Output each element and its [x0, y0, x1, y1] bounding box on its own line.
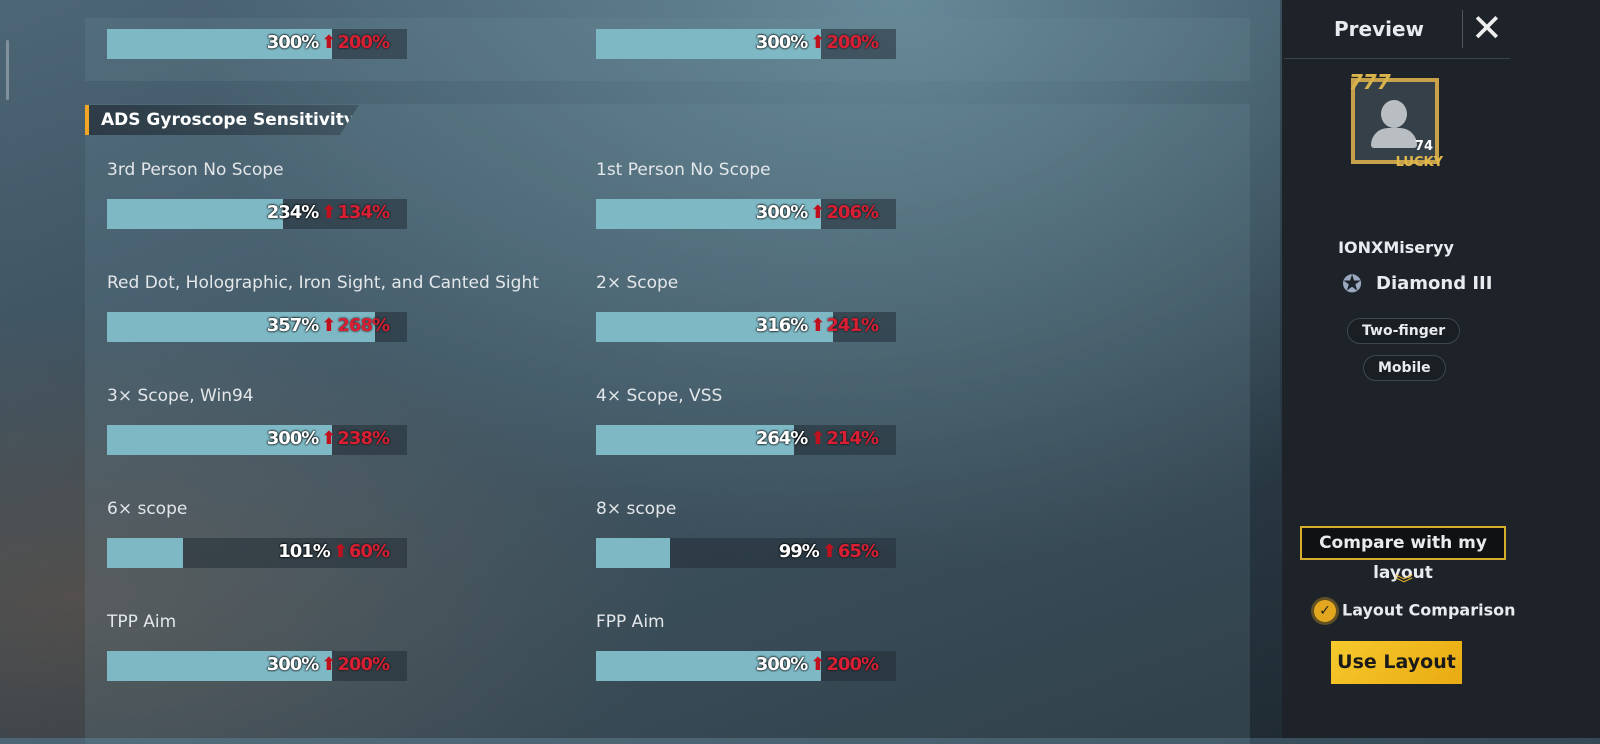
- sensitivity-slider[interactable]: 300% ⬆ 200%: [107, 29, 407, 59]
- sensitivity-slider[interactable]: 234% ⬆ 134%: [107, 199, 407, 229]
- arrow-up-icon: ⬆: [321, 32, 336, 53]
- previous-value: 200%: [337, 32, 390, 53]
- previous-value: 241%: [826, 315, 879, 336]
- value-readout: 300% ⬆ 206%: [755, 202, 879, 223]
- value-readout: 264% ⬆ 214%: [755, 428, 879, 449]
- rank-badge-icon: ✪: [1342, 270, 1363, 298]
- current-value: 300%: [755, 32, 809, 53]
- value-readout: 300% ⬆ 200%: [266, 32, 390, 53]
- chevron-down-icon: ︾: [1395, 574, 1413, 595]
- arrow-up-icon: ⬆: [810, 202, 825, 223]
- value-readout: 357% ⬆ 268%: [266, 315, 390, 336]
- current-value: 101%: [278, 541, 331, 562]
- previous-value: 60%: [348, 541, 390, 562]
- arrow-up-icon: ⬆: [321, 428, 336, 449]
- sensitivity-slider[interactable]: 264% ⬆ 214%: [596, 425, 896, 455]
- sensitivity-slider[interactable]: 99% ⬆ 65%: [596, 538, 896, 568]
- setting-label: 8× scope: [596, 499, 677, 519]
- sensitivity-slider[interactable]: 300% ⬆ 200%: [107, 651, 407, 681]
- compare-with-my-layout-button[interactable]: Compare with my layout: [1300, 526, 1506, 583]
- arrow-up-icon: ⬆: [810, 428, 825, 449]
- arrow-up-icon: ⬆: [332, 541, 348, 562]
- arrow-up-icon: ⬆: [321, 654, 336, 675]
- rank-label: Diamond III: [1376, 273, 1493, 294]
- setting-label: 6× scope: [107, 499, 188, 519]
- setting-label: TPP Aim: [107, 612, 177, 632]
- current-value: 300%: [755, 202, 809, 223]
- current-value: 300%: [266, 428, 320, 449]
- avatar[interactable]: 777 74 LUCKY: [1349, 70, 1443, 170]
- divider: [1284, 58, 1510, 59]
- layout-comparison-toggle[interactable]: ✓ Layout Comparison: [1314, 600, 1515, 622]
- previous-value: 134%: [337, 202, 390, 223]
- frame-text: LUCKY: [1395, 155, 1443, 170]
- setting-label: 4× Scope, VSS: [596, 386, 723, 406]
- user-silhouette-body: [1371, 128, 1417, 148]
- value-readout: 300% ⬆ 238%: [266, 428, 390, 449]
- value-readout: 99% ⬆ 65%: [778, 541, 879, 562]
- preview-title: Preview: [1334, 17, 1425, 41]
- slider-fill: [596, 538, 671, 568]
- sensitivity-slider[interactable]: 300% ⬆ 200%: [596, 29, 896, 59]
- previous-value: 200%: [337, 654, 390, 675]
- player-name: IONXMiseryy: [1338, 238, 1454, 257]
- player-level: 74: [1414, 139, 1433, 154]
- sensitivity-slider[interactable]: 101% ⬆ 60%: [107, 538, 407, 568]
- sensitivity-slider[interactable]: 357% ⬆ 268%: [107, 312, 407, 342]
- arrow-up-icon: ⬆: [810, 32, 825, 53]
- section-header: ADS Gyroscope Sensitivity: [85, 105, 359, 135]
- setting-label: Red Dot, Holographic, Iron Sight, and Ca…: [107, 273, 539, 293]
- rank: ✪ Diamond III: [1342, 270, 1492, 298]
- value-readout: 234% ⬆ 134%: [266, 202, 390, 223]
- sensitivity-slider[interactable]: 300% ⬆ 238%: [107, 425, 407, 455]
- previous-value: 238%: [337, 428, 390, 449]
- slider-fill: [107, 538, 183, 568]
- setting-label: FPP Aim: [596, 612, 665, 632]
- arrow-up-icon: ⬆: [810, 315, 825, 336]
- current-value: 99%: [778, 541, 820, 562]
- value-readout: 300% ⬆ 200%: [266, 654, 390, 675]
- arrow-up-icon: ⬆: [321, 202, 336, 223]
- value-readout: 101% ⬆ 60%: [278, 541, 390, 562]
- setting-label: 2× Scope: [596, 273, 679, 293]
- current-value: 264%: [755, 428, 809, 449]
- previous-value: 206%: [826, 202, 879, 223]
- current-value: 300%: [266, 32, 320, 53]
- scrollbar[interactable]: [6, 40, 9, 100]
- setting-label: 3× Scope, Win94: [107, 386, 254, 406]
- current-value: 316%: [755, 315, 809, 336]
- current-value: 234%: [266, 202, 320, 223]
- value-readout: 300% ⬆ 200%: [755, 32, 879, 53]
- sensitivity-slider[interactable]: 300% ⬆ 200%: [596, 651, 896, 681]
- setting-label: 3rd Person No Scope: [107, 160, 284, 180]
- section-title: ADS Gyroscope Sensitivity: [101, 110, 355, 130]
- arrow-up-icon: ⬆: [821, 541, 837, 562]
- sensitivity-slider[interactable]: 300% ⬆ 206%: [596, 199, 896, 229]
- check-icon[interactable]: ✓: [1314, 600, 1336, 622]
- tag-two-finger: Two-finger: [1347, 318, 1461, 344]
- previous-value: 65%: [837, 541, 879, 562]
- current-value: 300%: [755, 654, 809, 675]
- tag-mobile: Mobile: [1363, 355, 1446, 381]
- value-readout: 300% ⬆ 200%: [755, 654, 879, 675]
- current-value: 357%: [266, 315, 320, 336]
- previous-value: 200%: [826, 32, 879, 53]
- close-icon[interactable]: ✕: [1462, 9, 1509, 48]
- arrow-up-icon: ⬆: [810, 654, 825, 675]
- slider-fill: [107, 199, 283, 229]
- previous-value: 214%: [826, 428, 879, 449]
- value-readout: 316% ⬆ 241%: [755, 315, 879, 336]
- setting-label: 1st Person No Scope: [596, 160, 771, 180]
- sensitivity-slider[interactable]: 316% ⬆ 241%: [596, 312, 896, 342]
- frame-number: 777: [1349, 70, 1391, 94]
- layout-comparison-label: Layout Comparison: [1342, 600, 1516, 620]
- current-value: 300%: [266, 654, 320, 675]
- arrow-up-icon: ⬆: [321, 315, 336, 336]
- use-layout-button[interactable]: Use Layout: [1331, 641, 1462, 684]
- user-silhouette-icon: [1381, 100, 1407, 128]
- previous-value: 268%: [337, 315, 390, 336]
- previous-value: 200%: [826, 654, 879, 675]
